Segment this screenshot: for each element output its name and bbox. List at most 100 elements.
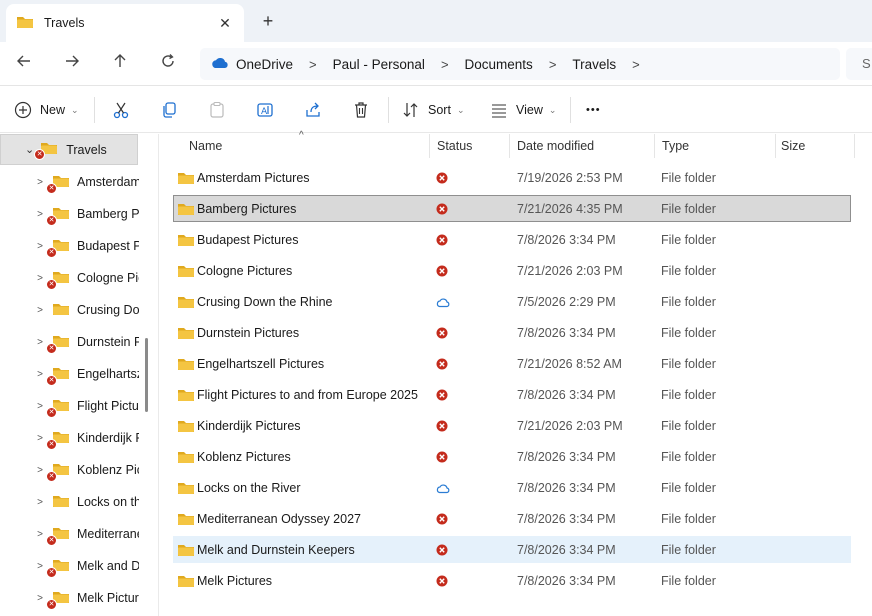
column-divider[interactable] [429,134,430,158]
table-row[interactable]: Flight Pictures to and from Europe 2025 7… [173,381,851,408]
table-row[interactable]: Engelhartszell Pictures 7/21/2026 8:52 AM… [173,350,851,377]
folder-icon [52,302,70,319]
nav-item[interactable]: > Crusing Down the Rhine [0,296,156,324]
folder-icon [16,15,34,32]
breadcrumb-paul-personal[interactable]: Paul - Personal [333,57,425,72]
chevron-down-icon[interactable]: ⌄ [25,143,34,156]
table-row[interactable]: Mediterranean Odyssey 2027 7/8/2026 3:34 … [173,505,851,532]
chevron-right-icon[interactable]: > [34,305,46,316]
rename-button[interactable]: A [256,99,274,121]
refresh-button[interactable] [156,52,180,76]
nav-item[interactable]: >✕ Mediterranean Odyssey 2027 [0,520,156,548]
chevron-right-icon[interactable]: > [34,529,46,540]
chevron-right-icon[interactable]: > [34,497,46,508]
share-icon [306,102,320,117]
table-row[interactable]: Cologne Pictures 7/21/2026 2:03 PM File fo… [173,257,851,284]
view-label: View [516,103,543,117]
rename-icon: A [257,103,273,117]
sort-button[interactable]: Sort ⌄ [402,99,464,121]
chevron-right-icon[interactable]: > [34,177,46,188]
sync-error-icon [436,544,448,559]
paste-button[interactable] [208,99,226,121]
breadcrumb-onedrive[interactable]: OneDrive [236,57,293,72]
nav-item[interactable]: >✕ Kinderdijk Pictures [0,424,156,452]
chevron-right-icon[interactable]: > [34,561,46,572]
chevron-right-icon[interactable]: > [34,241,46,252]
chevron-right-icon[interactable]: > [34,337,46,348]
folder-icon [177,574,195,591]
scrollbar-thumb[interactable] [145,338,148,412]
nav-item[interactable]: >✕ Melk Pictures [0,584,156,612]
share-button[interactable] [304,99,322,121]
new-label: New [40,103,66,117]
search-input[interactable]: S [846,48,872,80]
nav-item[interactable]: > Locks on the River [0,488,156,516]
forward-button[interactable] [60,52,84,76]
table-row[interactable]: Melk Pictures 7/8/2026 3:34 PM File folder [173,567,851,594]
table-row[interactable]: Crusing Down the Rhine 7/5/2026 2:29 PM Fi… [173,288,851,315]
nav-item[interactable]: >✕ Flight Pictures to and from Europe 202… [0,392,156,420]
nav-item[interactable]: >✕ Cologne Pictures [0,264,156,292]
nav-item[interactable]: >✕ Bamberg Pictures [0,200,156,228]
up-button[interactable] [108,52,132,76]
folder-icon [177,419,195,436]
trash-icon [355,102,367,118]
folder-icon: ✕ [46,398,70,418]
column-name[interactable]: Name [189,139,222,153]
delete-button[interactable] [352,99,370,121]
folder-icon: ✕ [46,334,70,354]
column-divider[interactable] [654,134,655,158]
chevron-right-icon[interactable]: > [34,593,46,604]
cut-button[interactable] [112,99,130,121]
chevron-down-icon: ⌄ [456,104,465,115]
chevron-right-icon[interactable]: > [34,209,46,220]
table-row[interactable]: Budapest Pictures 7/8/2026 3:34 PM File fo… [173,226,851,253]
column-divider[interactable] [854,134,855,158]
table-row[interactable]: Melk and Durnstein Keepers 7/8/2026 3:34 … [173,536,851,563]
table-row[interactable]: Durnstein Pictures 7/8/2026 3:34 PM File f… [173,319,851,346]
file-type: File folder [661,171,716,185]
more-options-button[interactable]: ••• [586,99,601,121]
tab-travels[interactable]: Travels ✕ [6,4,244,42]
chevron-right-icon[interactable]: > [34,433,46,444]
back-button[interactable] [12,52,36,76]
sync-error-icon: ✕ [46,534,57,546]
chevron-right-icon[interactable]: > [632,57,640,72]
chevron-right-icon[interactable]: > [549,57,557,72]
new-tab-button[interactable]: + [258,12,278,32]
column-date-modified[interactable]: Date modified [517,139,594,153]
nav-item[interactable]: >✕ Amsterdam Pictures [0,168,156,196]
chevron-right-icon[interactable]: > [34,465,46,476]
view-button[interactable]: View ⌄ [490,99,556,121]
table-row[interactable]: Bamberg Pictures 7/21/2026 4:35 PM File fo… [173,195,851,222]
table-row[interactable]: Amsterdam Pictures 7/19/2026 2:53 PM File … [173,164,851,191]
table-row[interactable]: Koblenz Pictures 7/8/2026 3:34 PM File fol… [173,443,851,470]
column-size[interactable]: Size [781,139,805,153]
chevron-right-icon[interactable]: > [34,401,46,412]
column-divider[interactable] [775,134,776,158]
chevron-right-icon[interactable]: > [309,57,317,72]
breadcrumb-travels[interactable]: Travels [572,57,616,72]
table-row[interactable]: Locks on the River 7/8/2026 3:34 PM File f… [173,474,851,501]
column-divider[interactable] [509,134,510,158]
close-tab-icon[interactable]: ✕ [216,14,234,32]
chevron-right-icon[interactable]: > [34,369,46,380]
copy-button[interactable] [160,99,178,121]
nav-item[interactable]: >✕ Koblenz Pictures [0,456,156,484]
onedrive-icon [210,56,230,73]
nav-item-travels[interactable]: ⌄ ✕ Travels [0,134,138,165]
nav-item[interactable]: >✕ Budapest Pictures [0,232,156,260]
column-type[interactable]: Type [662,139,689,153]
nav-item[interactable]: >✕ Engelhartszell Pictures [0,360,156,388]
chevron-down-icon: ⌄ [548,104,557,115]
column-status[interactable]: Status [437,139,472,153]
new-button[interactable]: New ⌄ [14,99,79,121]
chevron-right-icon[interactable]: > [34,273,46,284]
nav-item-label: Durnstein Pictures [77,335,139,349]
address-bar[interactable]: OneDrive > Paul - Personal > Documents >… [200,48,840,80]
nav-item[interactable]: >✕ Durnstein Pictures [0,328,156,356]
chevron-right-icon[interactable]: > [441,57,449,72]
nav-item[interactable]: >✕ Melk and Durnstein Keepers [0,552,156,580]
breadcrumb-documents[interactable]: Documents [465,57,533,72]
table-row[interactable]: Kinderdijk Pictures 7/21/2026 2:03 PM File… [173,412,851,439]
